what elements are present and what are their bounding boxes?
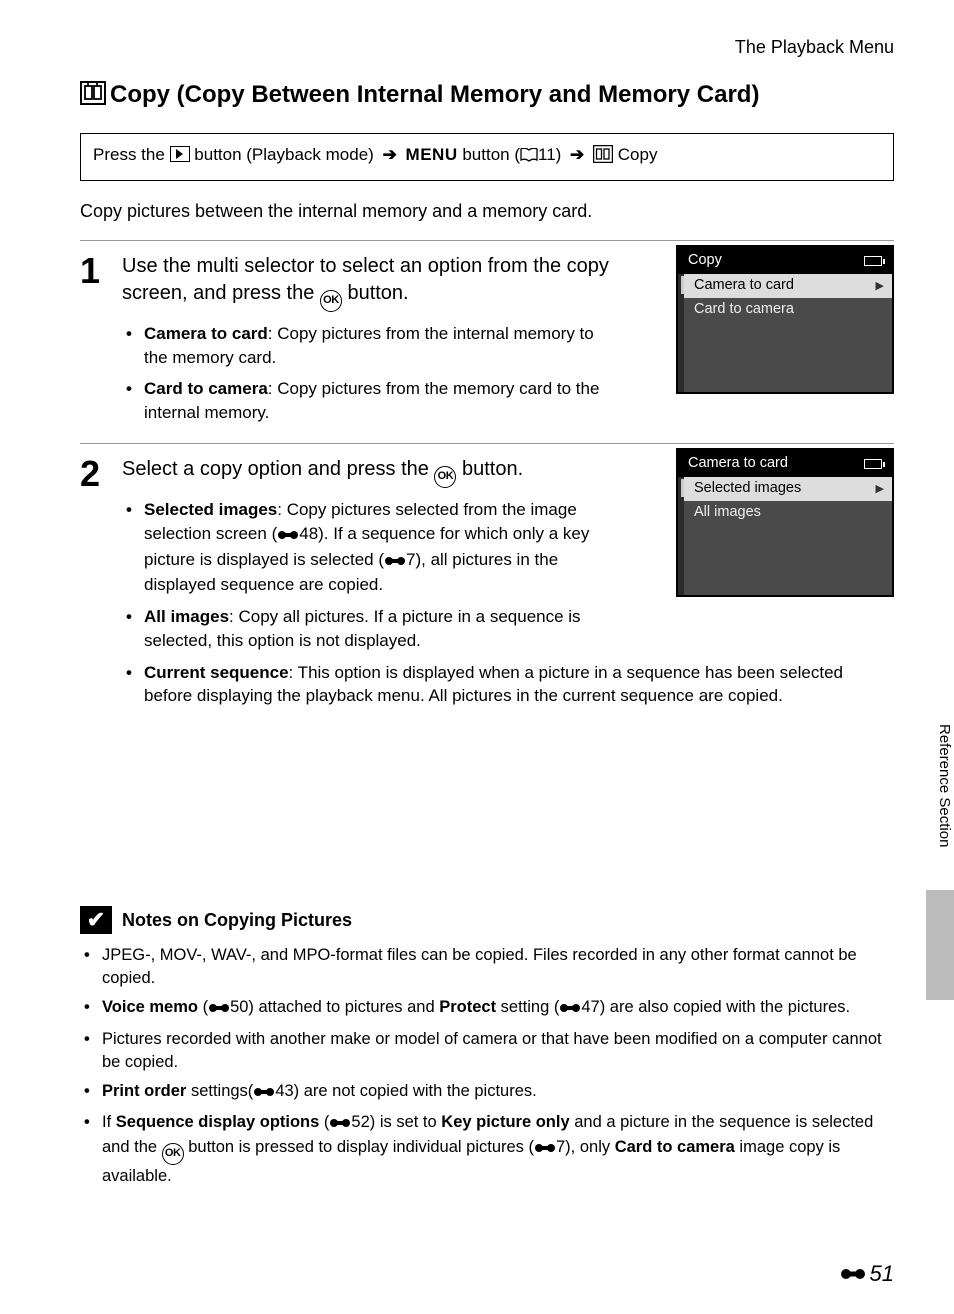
bullet-item: Current sequence: This option is display… bbox=[144, 661, 882, 709]
menu-item-label: Selected images bbox=[694, 479, 801, 499]
note-text: 52) is set to bbox=[351, 1113, 441, 1131]
note-bold: Key picture only bbox=[441, 1113, 569, 1131]
step-number: 1 bbox=[80, 253, 122, 433]
intro-text: Copy pictures between the internal memor… bbox=[80, 199, 894, 223]
step-number: 2 bbox=[80, 456, 122, 716]
bullet-item: Camera to card: Copy pictures from the i… bbox=[144, 322, 622, 370]
note-text: settings( bbox=[186, 1082, 253, 1100]
reference-icon bbox=[384, 550, 406, 574]
ok-button-icon: OK bbox=[320, 290, 342, 312]
note-text: 7), only bbox=[556, 1138, 615, 1156]
camera-menu-item-selected: Selected images ▶ bbox=[684, 477, 892, 501]
battery-icon bbox=[864, 459, 882, 469]
step-1-block: Copy Camera to card ▶ Card to camera 1 Us… bbox=[80, 240, 894, 433]
page-title: Copy (Copy Between Internal Memory and M… bbox=[80, 79, 894, 113]
navigation-path-box: Press the button (Playback mode) ➔ MENU … bbox=[80, 133, 894, 181]
step-2-heading: Select a copy option and press the OK bu… bbox=[122, 456, 642, 488]
section-label: Reference Section bbox=[926, 720, 954, 890]
step-text: button. bbox=[342, 282, 409, 304]
arrow-right-icon: ➔ bbox=[383, 145, 397, 164]
reference-icon bbox=[329, 1113, 351, 1136]
copy-icon bbox=[80, 81, 106, 113]
camera-menu-body: Camera to card ▶ Card to camera bbox=[678, 274, 892, 392]
note-bold: Card to camera bbox=[615, 1138, 735, 1156]
camera-menu-title-bar: Copy bbox=[678, 247, 892, 275]
playback-button-icon bbox=[170, 146, 190, 162]
chevron-right-icon: ▶ bbox=[876, 482, 884, 497]
note-text: 47) are also copied with the pictures. bbox=[581, 998, 850, 1016]
nav-ref: 11) bbox=[538, 145, 561, 164]
note-text: 43) are not copied with the pictures. bbox=[275, 1082, 536, 1100]
chevron-right-icon: ▶ bbox=[876, 279, 884, 294]
menu-item-label: All images bbox=[694, 503, 761, 523]
camera-menu-item: Card to camera bbox=[684, 298, 892, 322]
reference-icon bbox=[208, 998, 230, 1021]
option-name: Current sequence bbox=[144, 663, 289, 682]
note-bold: Protect bbox=[439, 998, 496, 1016]
menu-button-label: MENU bbox=[406, 145, 458, 164]
side-tab: Reference Section bbox=[926, 720, 954, 1000]
option-name: Camera to card bbox=[144, 324, 268, 343]
step-text: button. bbox=[456, 458, 523, 480]
step-2-block: Camera to card Selected images ▶ All imag… bbox=[80, 443, 894, 716]
side-tab-marker bbox=[926, 890, 954, 1000]
reference-icon bbox=[253, 1082, 275, 1105]
page-header: The Playback Menu bbox=[80, 35, 894, 59]
ok-button-icon: OK bbox=[434, 466, 456, 488]
note-text: If bbox=[102, 1113, 116, 1131]
reference-icon bbox=[559, 998, 581, 1021]
note-text: ( bbox=[198, 998, 208, 1016]
bullet-item: Card to camera: Copy pictures from the m… bbox=[144, 377, 622, 425]
camera-menu-title: Copy bbox=[688, 251, 722, 271]
note-bold: Voice memo bbox=[102, 998, 198, 1016]
note-item: Voice memo (50) attached to pictures and… bbox=[102, 996, 894, 1021]
note-text: button is pressed to display individual … bbox=[184, 1138, 534, 1156]
reference-icon bbox=[534, 1138, 556, 1161]
step-text: Select a copy option and press the bbox=[122, 458, 434, 480]
book-icon bbox=[520, 146, 538, 169]
camera-menu-title: Camera to card bbox=[688, 454, 788, 474]
camera-menu-title-bar: Camera to card bbox=[678, 450, 892, 478]
camera-menu-item: All images bbox=[684, 501, 892, 525]
option-name: Selected images bbox=[144, 500, 277, 519]
notes-title: Notes on Copying Pictures bbox=[122, 908, 352, 932]
nav-text: button (Playback mode) bbox=[194, 145, 374, 164]
camera-menu-copy: Copy Camera to card ▶ Card to camera bbox=[676, 245, 894, 395]
notes-section: ✔ Notes on Copying Pictures JPEG-, MOV-,… bbox=[80, 906, 894, 1188]
note-text: 50) attached to pictures and bbox=[230, 998, 439, 1016]
ok-button-icon: OK bbox=[162, 1143, 184, 1165]
note-bold: Sequence display options bbox=[116, 1113, 320, 1131]
nav-text: Press the bbox=[93, 145, 165, 164]
bullet-item: All images: Copy all pictures. If a pict… bbox=[144, 605, 622, 653]
reference-icon bbox=[277, 524, 299, 548]
menu-item-label: Card to camera bbox=[694, 300, 794, 320]
note-bold: Print order bbox=[102, 1082, 186, 1100]
note-text: ( bbox=[319, 1113, 329, 1131]
note-item: JPEG-, MOV-, WAV-, and MPO-format files … bbox=[102, 944, 894, 990]
page-number: 51 bbox=[840, 1259, 894, 1289]
menu-item-label: Camera to card bbox=[694, 276, 794, 296]
arrow-right-icon: ➔ bbox=[570, 145, 584, 164]
note-item: Pictures recorded with another make or m… bbox=[102, 1028, 894, 1074]
nav-text: button ( bbox=[462, 145, 520, 164]
copy-icon bbox=[593, 145, 613, 170]
note-item: Print order settings( 43) are not copied … bbox=[102, 1080, 894, 1105]
checkmark-icon: ✔ bbox=[80, 906, 112, 934]
option-name: All images bbox=[144, 607, 229, 626]
note-text: setting ( bbox=[496, 998, 559, 1016]
note-item: If Sequence display options (52) is set … bbox=[102, 1111, 894, 1188]
battery-icon bbox=[864, 256, 882, 266]
step-1-heading: Use the multi selector to select an opti… bbox=[122, 253, 642, 312]
page-number-text: 51 bbox=[870, 1259, 894, 1289]
option-name: Card to camera bbox=[144, 379, 268, 398]
camera-menu-camera-to-card: Camera to card Selected images ▶ All imag… bbox=[676, 448, 894, 598]
camera-menu-item-selected: Camera to card ▶ bbox=[684, 274, 892, 298]
reference-icon bbox=[840, 1259, 866, 1289]
camera-menu-body: Selected images ▶ All images bbox=[678, 477, 892, 595]
nav-copy-label: Copy bbox=[618, 145, 658, 164]
title-text: Copy (Copy Between Internal Memory and M… bbox=[110, 81, 759, 108]
bullet-item: Selected images: Copy pictures selected … bbox=[144, 498, 622, 597]
